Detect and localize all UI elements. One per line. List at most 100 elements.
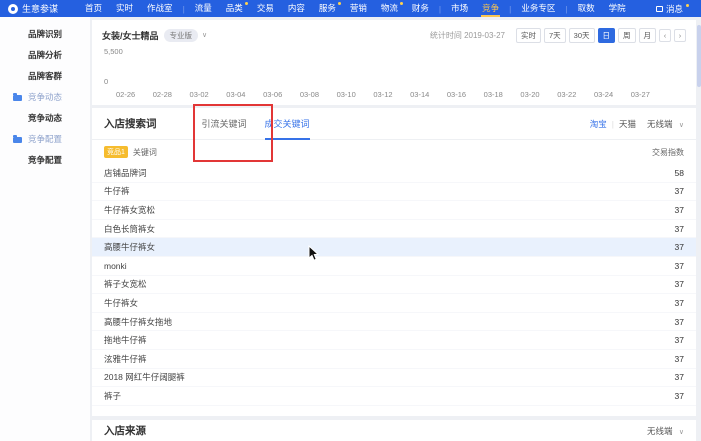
x-axis-tick: 03-14 <box>410 90 429 99</box>
range-button-日[interactable]: 日 <box>598 28 616 43</box>
table-row[interactable]: 牛仔裤女37 <box>92 294 696 313</box>
sidebar-item-竞争配置[interactable]: 竞争配置 <box>0 150 90 171</box>
range-button-30天[interactable]: 30天 <box>569 28 595 43</box>
category-title: 女装/女士精品 <box>102 29 159 42</box>
notification-dot <box>338 2 341 5</box>
sidebar-item-竞争动态[interactable]: 竞争动态 <box>0 87 90 108</box>
platform-淘宝[interactable]: 淘宝 <box>590 118 607 130</box>
scrollbar-thumb[interactable] <box>697 25 701 87</box>
nav-item-物流[interactable]: 物流 <box>374 0 405 17</box>
nav-item-服务[interactable]: 服务 <box>312 0 343 17</box>
keyword-cell: 裤子女宽松 <box>104 278 147 290</box>
nav-item-交易[interactable]: 交易 <box>250 0 281 17</box>
x-axis-tick: 03-10 <box>337 90 356 99</box>
nav-item-首页[interactable]: 首页 <box>78 0 109 17</box>
range-button-实时[interactable]: 实时 <box>516 28 541 43</box>
sidebar: 品牌识别品牌分析品牌客群竞争动态竞争动态竞争配置竞争配置 <box>0 17 90 441</box>
table-row[interactable]: 高腰牛仔裤女拖地37 <box>92 313 696 332</box>
store-source-card: 入店来源 无线端 ∨ <box>92 420 696 441</box>
value-cell: 37 <box>675 242 684 252</box>
value-cell: 37 <box>675 186 684 196</box>
nav-item-品类[interactable]: 品类 <box>219 0 250 17</box>
nav-item-竞争[interactable]: 竞争 <box>475 0 506 17</box>
range-button-周[interactable]: 周 <box>618 28 636 43</box>
search-words-title: 入店搜索词 <box>104 116 157 131</box>
keyword-cell: 白色长筒裤女 <box>104 223 155 235</box>
table-row[interactable]: 高腰牛仔裤女37 <box>92 238 696 257</box>
stat-time: 统计时间 2019-03-27 <box>430 30 505 41</box>
table-row[interactable]: 牛仔裤 37 <box>92 183 696 202</box>
value-cell: 37 <box>675 224 684 234</box>
x-axis-tick: 03-02 <box>190 90 209 99</box>
platform-switch: 淘宝|天猫 <box>590 118 636 130</box>
table-row[interactable]: 裤子女宽松 37 <box>92 276 696 295</box>
terminal-label: 无线端 <box>647 119 673 129</box>
sidebar-item-竞争动态[interactable]: 竞争动态 <box>0 108 90 129</box>
tab-成交关键词[interactable]: 成交关键词 <box>265 108 310 140</box>
keyword-table: 店铺品牌词58牛仔裤37牛仔裤女宽松37白色长筒裤女37高腰牛仔裤女37monk… <box>92 164 696 406</box>
tab-引流关键词[interactable]: 引流关键词 <box>202 108 247 140</box>
nav-item-流量[interactable]: 流量 <box>188 0 219 17</box>
keyword-cell: 2018 网红牛仔阔腿裤 <box>104 371 185 383</box>
stat-time-label: 统计时间 <box>430 31 462 40</box>
keyword-tabs: 引流关键词成交关键词 <box>202 108 310 140</box>
nav-divider: | <box>180 4 188 14</box>
value-cell: 37 <box>675 279 684 289</box>
store-source-title: 入店来源 <box>104 423 146 438</box>
table-row[interactable]: 白色长筒裤女 37 <box>92 220 696 239</box>
source-terminal-filter[interactable]: 无线端 ∨ <box>647 425 684 437</box>
nav-menu: 首页实时作战室|流量品类交易内容服务营销物流财务|市场竞争|业务专区|取数学院 <box>78 0 633 17</box>
nav-item-内容[interactable]: 内容 <box>281 0 312 17</box>
table-row[interactable]: 牛仔裤女宽松 37 <box>92 201 696 220</box>
message-icon <box>656 6 663 12</box>
keyword-column-header: 关键词 <box>133 147 157 158</box>
x-axis-tick: 03-24 <box>594 90 613 99</box>
stat-time-value: 2019-03-27 <box>464 31 505 40</box>
table-row[interactable]: monki37 <box>92 257 696 276</box>
message-label: 消息 <box>666 3 683 15</box>
nav-item-营销[interactable]: 营销 <box>343 0 374 17</box>
table-row[interactable]: 店铺品牌词58 <box>92 164 696 183</box>
nav-item-业务专区[interactable]: 业务专区 <box>514 0 562 17</box>
brand-logo-icon <box>8 4 18 14</box>
sidebar-item-品牌分析[interactable]: 品牌分析 <box>0 45 90 66</box>
x-axis-tick: 03-16 <box>447 90 466 99</box>
nav-item-作战室[interactable]: 作战室 <box>140 0 180 17</box>
nav-item-财务[interactable]: 财务 <box>405 0 436 17</box>
table-row[interactable]: 裤子37 <box>92 387 696 406</box>
platform-天猫[interactable]: 天猫 <box>619 118 636 130</box>
terminal-filter[interactable]: 无线端 ∨ <box>647 118 684 130</box>
search-words-card: 入店搜索词 引流关键词成交关键词 淘宝|天猫 无线端 ∨ 竞品1 关键词 交易指… <box>92 108 696 416</box>
keyword-cell: 牛仔裤女宽松 <box>104 204 155 216</box>
keyword-cell: 裤子 <box>104 390 121 402</box>
value-cell: 37 <box>675 335 684 345</box>
sidebar-item-竞争配置[interactable]: 竞争配置 <box>0 129 90 150</box>
range-button-月[interactable]: 月 <box>639 28 657 43</box>
brand-name: 生意参谋 <box>22 2 58 15</box>
table-row[interactable]: 泫雅牛仔裤37 <box>92 350 696 369</box>
nav-item-实时[interactable]: 实时 <box>109 0 140 17</box>
nav-item-市场[interactable]: 市场 <box>444 0 475 17</box>
x-axis-tick: 03-06 <box>263 90 282 99</box>
keyword-cell: 牛仔裤 <box>104 185 130 197</box>
sidebar-item-品牌客群[interactable]: 品牌客群 <box>0 66 90 87</box>
sidebar-item-品牌识别[interactable]: 品牌识别 <box>0 24 90 45</box>
prev-button[interactable]: ‹ <box>659 29 671 42</box>
chevron-down-icon[interactable]: ∨ <box>202 31 207 39</box>
next-button[interactable]: › <box>674 29 686 42</box>
value-cell: 37 <box>675 205 684 215</box>
message-center[interactable]: 消息 <box>656 3 693 15</box>
notification-dot <box>400 2 403 5</box>
notification-dot <box>245 2 248 5</box>
nav-item-取数[interactable]: 取数 <box>571 0 602 17</box>
table-row[interactable]: 2018 网红牛仔阔腿裤37 <box>92 369 696 388</box>
x-axis-tick: 03-27 <box>631 90 650 99</box>
nav-divider: | <box>506 4 514 14</box>
range-button-7天[interactable]: 7天 <box>544 28 566 43</box>
nav-divider: | <box>562 4 570 14</box>
table-row[interactable]: 拖地牛仔裤37 <box>92 331 696 350</box>
x-axis-tick: 03-18 <box>484 90 503 99</box>
value-cell: 37 <box>675 354 684 364</box>
brand[interactable]: 生意参谋 <box>8 2 58 15</box>
nav-item-学院[interactable]: 学院 <box>602 0 633 17</box>
